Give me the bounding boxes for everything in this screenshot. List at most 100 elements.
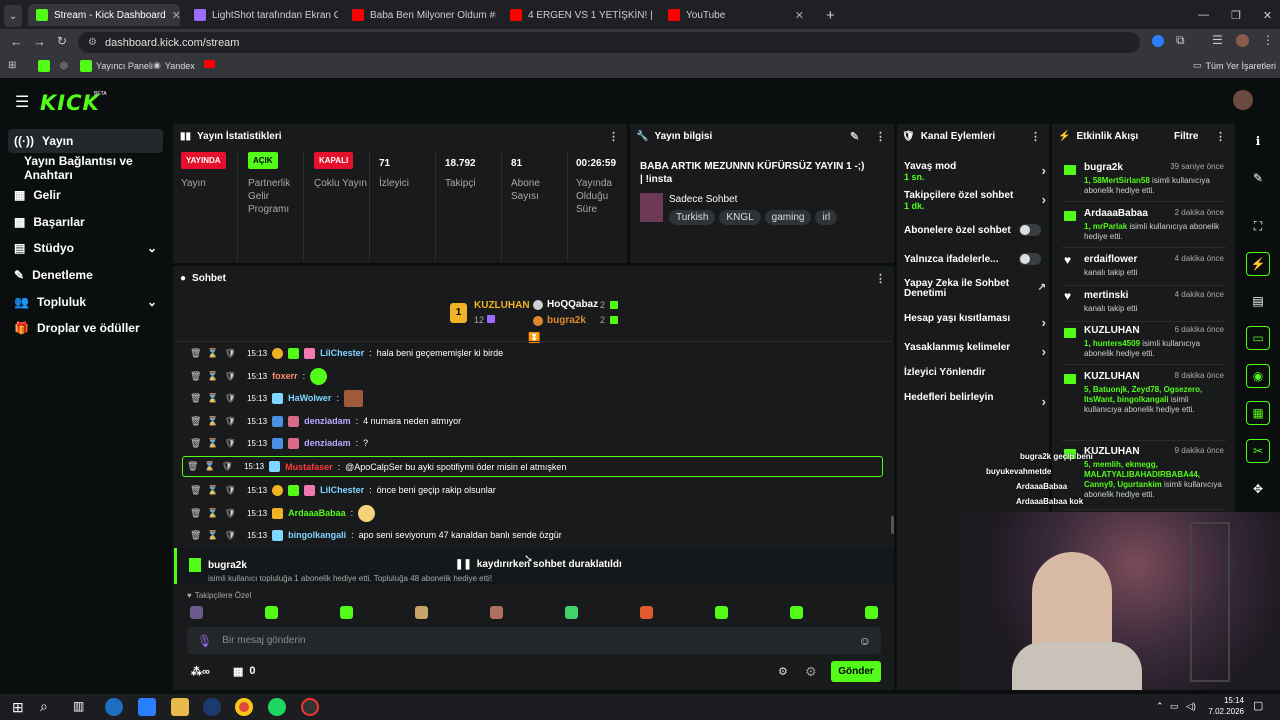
store-app-icon[interactable] bbox=[138, 698, 156, 716]
info-icon[interactable]: ℹ bbox=[1246, 129, 1270, 153]
stats-menu-icon[interactable]: ⋮ bbox=[608, 130, 619, 143]
fullscreen-icon[interactable]: ⛶ bbox=[1246, 214, 1270, 238]
minimize-icon[interactable]: — bbox=[1198, 9, 1209, 21]
chat-username[interactable]: foxerr bbox=[272, 371, 298, 381]
bookmark-yandex[interactable]: ◉ Yandex bbox=[153, 60, 195, 71]
volume-icon[interactable]: ◁) bbox=[1186, 701, 1196, 712]
reading-list-icon[interactable]: ☰ bbox=[1212, 33, 1223, 47]
chat-username[interactable]: LilChester bbox=[320, 348, 364, 358]
chat-settings-icon[interactable]: ⚙ bbox=[805, 664, 817, 680]
emote-icon[interactable] bbox=[715, 606, 728, 619]
spotify-icon[interactable] bbox=[268, 698, 286, 716]
action-account-age[interactable]: Hesap yaşı kısıtlaması › bbox=[904, 313, 1046, 330]
new-tab-button[interactable]: + bbox=[818, 4, 840, 26]
emote-icon[interactable] bbox=[415, 606, 428, 619]
extensions-puzzle-icon[interactable]: ⧉ bbox=[1176, 33, 1185, 48]
sidebar-item-denetleme[interactable]: ✎ Denetleme bbox=[8, 263, 163, 287]
edit-pencil-icon[interactable]: ✎ bbox=[850, 130, 859, 143]
chat-menu-icon[interactable]: ⋮ bbox=[875, 272, 886, 285]
emote-icon[interactable] bbox=[190, 606, 203, 619]
sidebar-item-yayin[interactable]: ((·)) Yayın bbox=[8, 129, 163, 153]
edit-icon[interactable]: ✎ bbox=[1246, 166, 1270, 190]
chat-username[interactable]: Mustafaser bbox=[285, 462, 333, 472]
sidebar-item-droplar[interactable]: 🎁 Droplar ve ödüller bbox=[8, 316, 163, 340]
user-avatar[interactable] bbox=[1233, 90, 1253, 110]
chat-username[interactable]: ArdaaaBabaa bbox=[288, 508, 346, 518]
all-bookmarks[interactable]: ▭ Tüm Yer İşaretleri bbox=[1193, 60, 1276, 71]
close-window-icon[interactable]: ✕ bbox=[1263, 9, 1272, 22]
activity-toggle-icon[interactable]: ⚡ bbox=[1246, 252, 1270, 276]
info-menu-icon[interactable]: ⋮ bbox=[875, 130, 886, 143]
notes-icon[interactable]: ▤ bbox=[1246, 289, 1270, 313]
bookmark-kick[interactable] bbox=[38, 60, 50, 72]
windows-start-icon[interactable]: ⊞ bbox=[12, 699, 24, 716]
tab-youtube-video-1[interactable]: Baba Ben Milyoner Oldum #sh ✕ bbox=[344, 4, 496, 26]
sidebar-item-studyo[interactable]: ▤ Stüdyo ⌄ bbox=[8, 236, 163, 260]
reload-icon[interactable]: ↻ bbox=[57, 34, 67, 48]
store-points[interactable]: ▦ 0 bbox=[233, 665, 256, 678]
mod-tools-icon[interactable]: 🗑⌛🛡 bbox=[190, 348, 242, 359]
sidebar-item-baglanti[interactable]: Yayın Bağlantısı ve Anahtarı bbox=[18, 154, 173, 182]
clock[interactable]: 15:14 7.02.2026 bbox=[1202, 695, 1244, 717]
leader-first-name[interactable]: KUZLUHAN bbox=[474, 300, 530, 311]
action-goals[interactable]: Hedefleri belirleyin › bbox=[904, 392, 1046, 409]
emoji-icon[interactable]: ☺ bbox=[859, 634, 871, 648]
emote-icon[interactable] bbox=[790, 606, 803, 619]
bookmark-youtube[interactable] bbox=[204, 60, 215, 68]
hamburger-menu-icon[interactable]: ☰ bbox=[15, 92, 29, 112]
chrome-icon[interactable] bbox=[235, 698, 253, 716]
send-button[interactable]: Gönder bbox=[831, 661, 881, 682]
close-tab-icon[interactable]: ✕ bbox=[172, 9, 180, 22]
mod-tools-icon[interactable]: 🗑⌛🛡 bbox=[190, 371, 242, 382]
tab-list-button[interactable]: ⌄ bbox=[4, 5, 22, 27]
close-tab-icon[interactable]: ✕ bbox=[795, 9, 804, 22]
action-slow-mode[interactable]: Yavaş mod 1 sn. › bbox=[904, 161, 1046, 182]
extension-icon[interactable] bbox=[1152, 35, 1164, 47]
emote-icon[interactable] bbox=[265, 606, 278, 619]
emote-icon[interactable] bbox=[865, 606, 878, 619]
tray-chevron-icon[interactable]: ⌃ bbox=[1156, 701, 1164, 712]
action-ai-moderation[interactable]: Yapay Zeka ile Sohbet Denetimi ↗ bbox=[904, 279, 1046, 299]
chat-username[interactable]: HaWolwer bbox=[288, 393, 331, 403]
tools-toggle-icon[interactable]: ✂ bbox=[1246, 439, 1270, 463]
network-icon[interactable]: ▭ bbox=[1170, 701, 1179, 712]
obs-icon[interactable] bbox=[301, 698, 319, 716]
bookmark-yayinci-paneli[interactable]: Yayıncı Paneli bbox=[80, 60, 153, 72]
leader-third-name[interactable]: bugra2k bbox=[547, 315, 586, 326]
mod-tools-icon[interactable]: 🗑⌛🛡 bbox=[190, 530, 242, 541]
task-view-icon[interactable]: ▥ bbox=[73, 699, 84, 713]
action-host[interactable]: İzleyici Yönlendir bbox=[904, 367, 1044, 378]
steam-icon[interactable] bbox=[105, 698, 123, 716]
layout-icon[interactable]: ✥ bbox=[1246, 477, 1270, 501]
sidebar-item-topluluk[interactable]: 👥 Topluluk ⌄ bbox=[8, 290, 163, 314]
filter-button[interactable]: Filtre bbox=[1174, 131, 1198, 142]
channel-actions-menu-icon[interactable]: ⋮ bbox=[1030, 130, 1041, 143]
action-banned-words[interactable]: Yasaklanmış kelimeler › bbox=[904, 342, 1046, 359]
mod-tools-icon[interactable]: 🗑⌛🛡 bbox=[190, 508, 242, 519]
emote-icon[interactable] bbox=[565, 606, 578, 619]
action-follower-only[interactable]: Takipçilere özel sohbet 1 dk. › bbox=[904, 190, 1046, 211]
back-icon[interactable]: ← bbox=[10, 34, 23, 49]
tab-lightshot[interactable]: LightShot tarafından Ekran Gör ✕ bbox=[186, 4, 338, 26]
url-bar[interactable]: ⚙ dashboard.kick.com/stream bbox=[78, 32, 1140, 53]
channel-points[interactable]: ⁂∞ bbox=[191, 665, 210, 678]
emote-icon[interactable] bbox=[640, 606, 653, 619]
chat-toggle-icon[interactable]: ▭ bbox=[1246, 326, 1270, 350]
tab-youtube-video-2[interactable]: 4 ERGEN VS 1 YETİŞKİN! | HAN ✕ bbox=[502, 4, 654, 26]
chat-input[interactable]: 🎙 Bir mesaj gönderin ☺ bbox=[187, 627, 881, 654]
chat-scrollbar[interactable] bbox=[891, 516, 894, 534]
sub-only-toggle[interactable] bbox=[1019, 224, 1041, 236]
mod-tools-icon[interactable]: 🗑⌛🛡 bbox=[190, 416, 242, 427]
emote-icon[interactable] bbox=[340, 606, 353, 619]
forward-icon[interactable]: → bbox=[33, 34, 46, 49]
chat-username[interactable]: denziadam bbox=[304, 438, 351, 448]
sidebar-item-basarilar[interactable]: ▩ Başarılar bbox=[8, 210, 163, 234]
tab-youtube[interactable]: YouTube ✕ bbox=[660, 4, 812, 26]
mod-tools-icon[interactable]: 🗑⌛🛡 bbox=[190, 485, 242, 496]
chat-username[interactable]: denziadam bbox=[304, 416, 351, 426]
emote-only-toggle[interactable] bbox=[1019, 253, 1041, 265]
chat-paused-banner[interactable]: ❚❚ kaydırırken sohbet duraklatıldı bbox=[455, 559, 622, 570]
mod-tools-icon[interactable]: 🗑⌛🛡 bbox=[190, 393, 242, 404]
category-name[interactable]: Sadece Sohbet bbox=[669, 194, 737, 205]
file-explorer-icon[interactable] bbox=[171, 698, 189, 716]
